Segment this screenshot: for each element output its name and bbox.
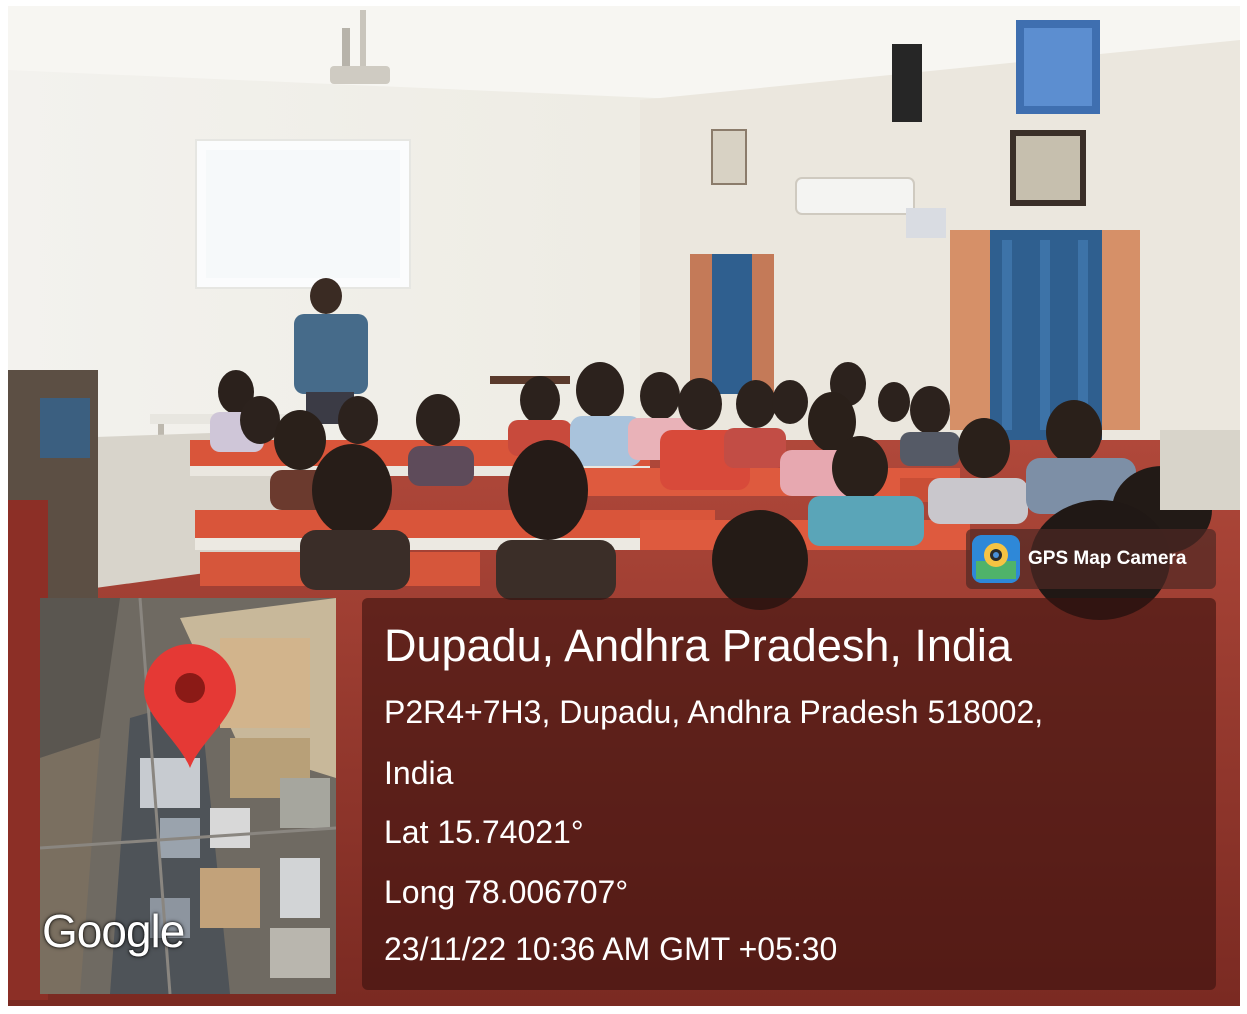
location-map-thumbnail: Google [40, 598, 336, 994]
location-info-panel: Dupadu, Andhra Pradesh, India P2R4+7H3, … [362, 598, 1216, 990]
timestamp: 23/11/22 10:36 AM GMT +05:30 [384, 931, 838, 967]
longitude-readout: Long 78.006707° [384, 874, 629, 910]
google-attribution: Google [42, 905, 185, 957]
gps-map-camera-app-icon [972, 535, 1020, 583]
gps-map-camera-badge: GPS Map Camera [966, 529, 1216, 589]
address-line-2: India [384, 755, 454, 791]
address-line-1: P2R4+7H3, Dupadu, Andhra Pradesh 518002, [384, 694, 1044, 730]
badge-label: GPS Map Camera [1028, 548, 1187, 569]
location-title: Dupadu, Andhra Pradesh, India [384, 620, 1012, 671]
latitude-readout: Lat 15.74021° [384, 814, 584, 850]
map-pin-icon [140, 642, 240, 770]
